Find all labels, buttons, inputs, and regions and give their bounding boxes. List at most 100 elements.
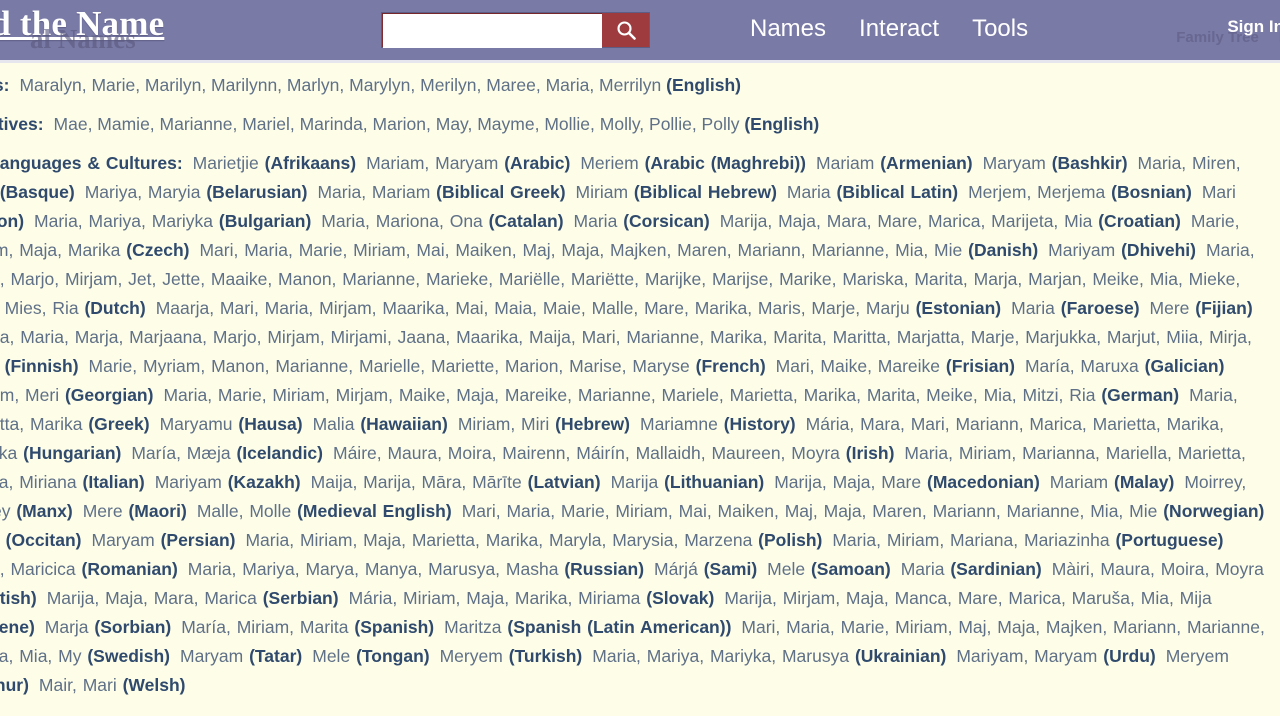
other-language-names[interactable]: Maria, Marie, Miriam, Mirjam, Maike, Maj… <box>163 385 1095 405</box>
other-language-names[interactable]: Meryem <box>1166 646 1229 666</box>
other-language-names[interactable]: Maria <box>901 559 945 579</box>
other-language-names[interactable]: Maria, Mariya, Mariyka, Marusya <box>592 646 849 666</box>
other-language-names[interactable]: Maria <box>574 211 618 231</box>
other-language-names[interactable]: Maija, Marija, Māra, Mārīte <box>311 472 522 492</box>
other-language-label: (Arabic) <box>504 153 571 173</box>
other-language-names[interactable]: Mariam <box>816 153 874 173</box>
other-language-names[interactable]: Miriam, Miri <box>458 414 549 434</box>
other-language-names[interactable]: Mariam, Maryam <box>366 153 498 173</box>
other-language-label: (Czech) <box>126 240 190 260</box>
other-language-names[interactable]: Maryam <box>983 153 1046 173</box>
other-language-names[interactable]: María, Maruxa <box>1025 356 1139 376</box>
row-spacer <box>0 139 1280 149</box>
other-language-names[interactable]: Maarja, Mari, Maria, Mirjam, Maarika, Ma… <box>156 298 910 318</box>
other-language-names[interactable]: María, Miriam, Marita <box>181 617 348 637</box>
other-language-names[interactable]: Mair, Mari <box>39 675 117 695</box>
other-language-names[interactable]: Mari, Maike, Mareike <box>776 356 940 376</box>
other-language-names[interactable]: Mele <box>767 559 805 579</box>
sign-in-link[interactable]: Sign In <box>1227 17 1280 37</box>
other-language-names[interactable]: Mere <box>1150 298 1190 318</box>
other-language-names[interactable]: Marija, Maja, Mara, Mare, Marica, Marije… <box>720 211 1093 231</box>
other-language-label: (Slovak) <box>646 588 715 608</box>
other-language-names[interactable]: Miriam <box>576 182 629 202</box>
other-language-label: (Russian) <box>564 559 645 579</box>
other-language-names[interactable]: María, Mæja <box>131 443 230 463</box>
variants-value[interactable]: Maralyn, Marie, Marilyn, Marilynn, Marly… <box>19 75 661 95</box>
other-language-label: (Biblical Greek) <box>436 182 566 202</box>
other-language-names[interactable]: Mariyam <box>155 472 222 492</box>
other-language-names[interactable]: Mari <box>1202 182 1236 202</box>
search-button[interactable] <box>602 13 649 47</box>
other-language-names[interactable]: Malle, Molle <box>197 501 291 521</box>
other-language-names[interactable]: Mariyam, Maryam <box>956 646 1097 666</box>
other-language-names[interactable]: Marja <box>45 617 89 637</box>
other-language-names[interactable]: Maria, Miriam, Maja, Marietta, Marika, M… <box>245 530 752 550</box>
other-language-label: (Fijian) <box>1195 298 1253 318</box>
other-language-names[interactable]: Marija, Maja, Mare <box>774 472 921 492</box>
other-language-names[interactable]: Maritza <box>444 617 501 637</box>
site-logo-ghost-text: al Names <box>30 24 136 54</box>
other-language-names[interactable]: Mari, Maria, Marie, Miriam, Mai, Maiken,… <box>199 240 962 260</box>
other-language-names[interactable]: Meriem <box>580 153 638 173</box>
other-language-names[interactable]: Mere <box>83 501 123 521</box>
info-rows: riants: Maralyn, Marie, Marilyn, Marilynn… <box>0 63 1280 700</box>
other-language-label: (Georgian) <box>64 385 154 405</box>
other-language-names[interactable]: Mariyam <box>1048 240 1115 260</box>
viewport-bottom-edge <box>0 716 1280 720</box>
other-language-names[interactable]: Marija, Maja, Mara, Marica <box>47 588 257 608</box>
other-language-names[interactable]: Maria, Maricica <box>0 559 76 579</box>
other-language-label: (Polish) <box>758 530 823 550</box>
other-language-names[interactable]: Maryam <box>92 530 155 550</box>
other-language-names[interactable]: Maria, Mariam <box>317 182 430 202</box>
other-language-label: (Spanish) <box>354 617 435 637</box>
other-language-names[interactable]: Meryem <box>440 646 503 666</box>
nav-item-tools[interactable]: Tools <box>972 13 1028 45</box>
other-language-label: (Greek) <box>88 414 150 434</box>
nav-item-names[interactable]: Names <box>750 13 826 45</box>
diminutives-value[interactable]: Mae, Mamie, Marianne, Mariel, Marinda, M… <box>54 114 740 134</box>
other-language-label: (Catalan) <box>488 211 564 231</box>
other-language-label: (Norwegian) <box>1163 501 1265 521</box>
other-language-names[interactable]: Maryam <box>180 646 243 666</box>
other-language-names[interactable]: Mária, Miriam, Maja, Marika, Miriama <box>349 588 641 608</box>
other-language-names[interactable]: Mariam, Meri <box>0 385 59 405</box>
other-language-names[interactable]: Mari, Maria, Marie, Miriam, Mai, Maiken,… <box>462 501 1158 521</box>
other-language-names[interactable]: Máire, Maura, Moira, Mairenn, Máirín, Ma… <box>333 443 840 463</box>
other-language-names[interactable]: Maria, Mariya, Mariyka <box>34 211 213 231</box>
other-language-label: (Galician) <box>1144 356 1225 376</box>
search-box[interactable] <box>381 12 650 48</box>
search-input[interactable] <box>383 14 602 48</box>
other-language-label: (Frisian) <box>945 356 1015 376</box>
other-language-names[interactable]: Maria <box>787 182 831 202</box>
other-language-label: (Maori) <box>128 501 187 521</box>
other-language-label: (Dhivehi) <box>1121 240 1196 260</box>
other-language-label: (Romanian) <box>81 559 178 579</box>
other-language-names[interactable]: Maria <box>1011 298 1055 318</box>
other-language-label: (Persian) <box>160 530 236 550</box>
other-language-names[interactable]: Maria, Mariona, Ona <box>321 211 483 231</box>
other-language-names[interactable]: Maria, Mariya, Marya, Manya, Marusya, Ma… <box>188 559 559 579</box>
other-language-label: (Biblical Hebrew) <box>633 182 777 202</box>
other-language-names[interactable]: Mele <box>312 646 350 666</box>
other-language-names[interactable]: Marie, Myriam, Manon, Marianne, Marielle… <box>89 356 690 376</box>
other-language-names[interactable]: Màiri, Maura, Moira, Moyra <box>1052 559 1264 579</box>
other-language-names[interactable]: Malia <box>313 414 355 434</box>
other-language-names[interactable]: Merjem, Merjema <box>968 182 1105 202</box>
other-language-label: (German) <box>1101 385 1180 405</box>
other-language-label: (Irish) <box>845 443 895 463</box>
other-language-names[interactable]: Marija, Mirjam, Maja, Manca, Mare, Maric… <box>724 588 1211 608</box>
other-language-names[interactable]: Mariya, Maryia <box>85 182 201 202</box>
other-language-names[interactable]: Mariamne <box>640 414 718 434</box>
variants-row: riants: Maralyn, Marie, Marilyn, Marilynn… <box>0 71 1280 100</box>
other-language-names[interactable]: Marija <box>611 472 659 492</box>
other-language-label: (Malay) <box>1114 472 1175 492</box>
other-language-names[interactable]: Marietjie <box>193 153 259 173</box>
other-language-names[interactable]: Márjá <box>654 559 698 579</box>
other-language-names[interactable]: Maryamu <box>160 414 233 434</box>
nav-item-interact[interactable]: Interact <box>859 13 939 45</box>
site-header: hind the Name al Names Names Interact To… <box>0 0 1280 63</box>
name-detail-content: riants: Maralyn, Marie, Marilyn, Marilynn… <box>0 63 1280 720</box>
other-language-names[interactable]: Maria, Miriam, Mariana, Mariazinha <box>832 530 1109 550</box>
other-language-label: (Serbian) <box>262 588 339 608</box>
other-language-names[interactable]: Mariam <box>1050 472 1108 492</box>
